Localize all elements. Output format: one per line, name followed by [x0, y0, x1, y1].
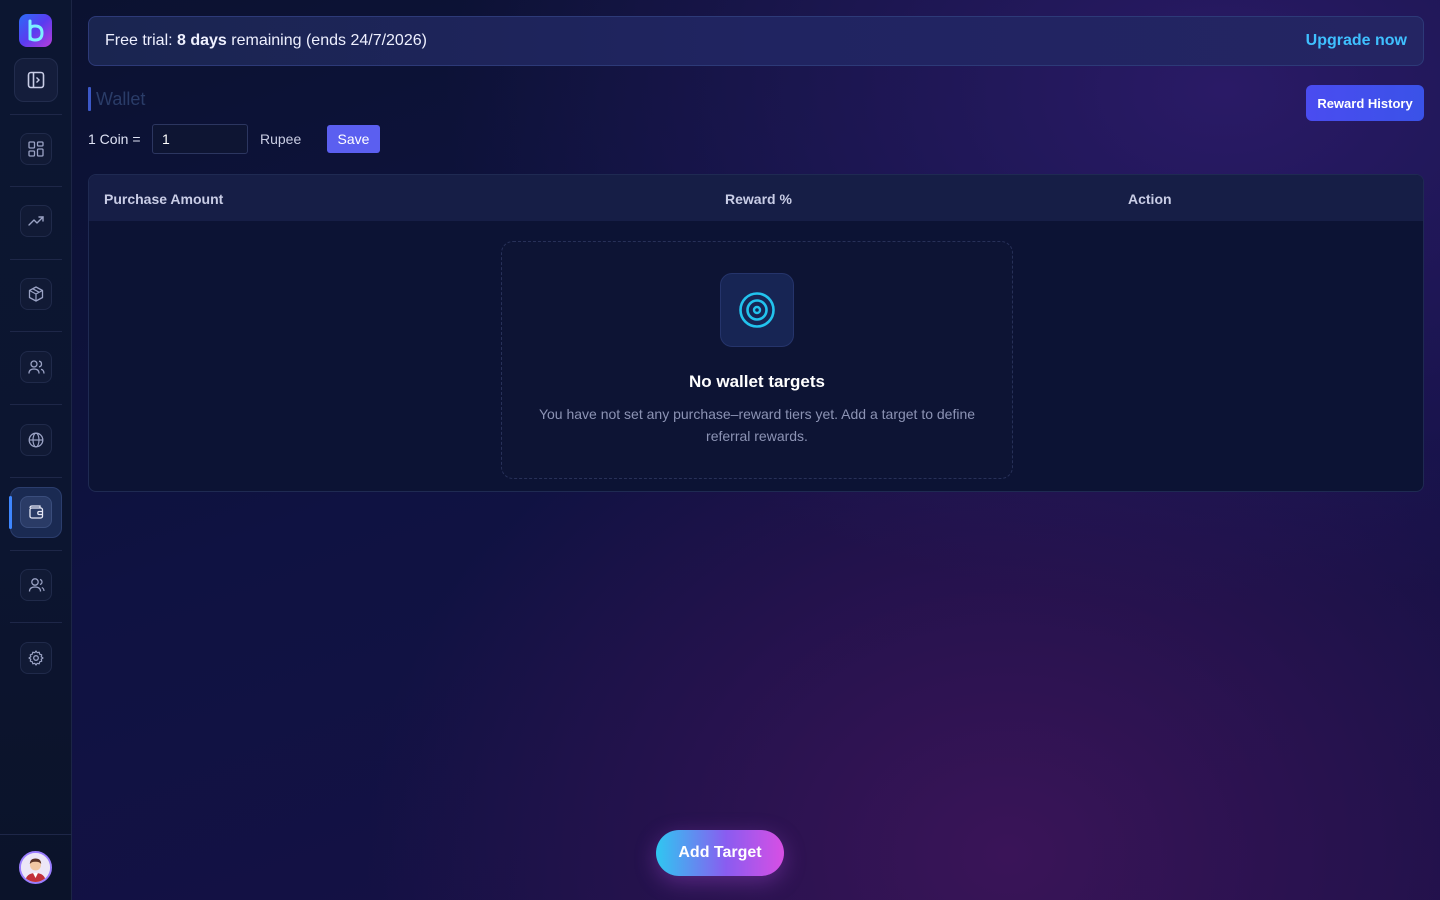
- trial-days: 8 days: [177, 32, 227, 49]
- sidebar-divider: [10, 259, 62, 260]
- sidebar-divider: [10, 477, 62, 478]
- sidebar-item-settings[interactable]: [20, 642, 52, 674]
- sidebar-toggle-button[interactable]: [14, 58, 58, 102]
- upgrade-now-link[interactable]: Upgrade now: [1306, 32, 1407, 50]
- coin-rate-label: 1 Coin =: [88, 131, 141, 147]
- column-header-reward-percent: Reward %: [725, 191, 792, 207]
- sidebar-panel-icon: [27, 71, 45, 89]
- trial-prefix: Free trial:: [105, 32, 178, 49]
- users-icon: [27, 360, 45, 374]
- sidebar-divider: [0, 834, 72, 835]
- sidebar-divider: [10, 114, 62, 115]
- empty-state-title: No wallet targets: [688, 372, 826, 391]
- sidebar-item-dashboard[interactable]: [20, 133, 52, 165]
- avatar-person-icon: [21, 853, 50, 882]
- trending-up-icon: [28, 216, 44, 226]
- trial-banner-text: Free trial: 8 days remaining (ends 24/7/…: [105, 32, 427, 50]
- app-logo[interactable]: [19, 14, 52, 47]
- page-header: Wallet: [88, 87, 145, 111]
- wallet-targets-table: Purchase Amount Reward % Action No walle…: [88, 174, 1424, 492]
- sidebar-item-products[interactable]: [20, 278, 52, 310]
- user-avatar[interactable]: [19, 851, 52, 884]
- settings-icon: [28, 650, 44, 666]
- currency-unit-label: Rupee: [260, 131, 302, 147]
- sidebar-divider: [10, 550, 62, 551]
- trial-banner: Free trial: 8 days remaining (ends 24/7/…: [88, 16, 1424, 66]
- sidebar-divider: [10, 331, 62, 332]
- sidebar-item-team[interactable]: [20, 569, 52, 601]
- save-button[interactable]: Save: [327, 125, 380, 153]
- reward-history-button[interactable]: Reward History: [1306, 85, 1424, 121]
- table-header: Purchase Amount Reward % Action: [89, 175, 1423, 221]
- sidebar-divider: [10, 186, 62, 187]
- logo-b-icon: [28, 19, 44, 42]
- user-group-icon: [28, 578, 45, 592]
- sidebar-active-indicator: [9, 496, 12, 529]
- sidebar-item-wallet[interactable]: [20, 496, 52, 528]
- column-header-action: Action: [1128, 191, 1172, 207]
- empty-state: No wallet targets You have not set any p…: [501, 241, 1013, 479]
- sidebar-divider: [10, 622, 62, 623]
- sidebar-divider: [10, 404, 62, 405]
- coin-rate-input[interactable]: [152, 124, 248, 154]
- package-icon: [28, 286, 44, 302]
- globe-icon: [28, 432, 44, 448]
- sidebar: [0, 0, 72, 900]
- column-header-purchase-amount: Purchase Amount: [104, 191, 224, 207]
- target-icon: [739, 292, 775, 328]
- empty-state-description: You have not set any purchase–reward tie…: [538, 406, 976, 444]
- title-accent-bar: [88, 87, 91, 111]
- wallet-icon: [29, 505, 44, 519]
- trial-suffix: remaining (ends 24/7/2026): [226, 32, 427, 49]
- sidebar-item-customers[interactable]: [20, 351, 52, 383]
- sidebar-item-web[interactable]: [20, 424, 52, 456]
- sidebar-item-analytics[interactable]: [20, 205, 52, 237]
- add-target-button[interactable]: Add Target: [656, 830, 784, 876]
- dashboard-icon: [28, 141, 44, 157]
- page-title: Wallet: [96, 88, 146, 109]
- empty-state-icon-wrap: [720, 273, 794, 347]
